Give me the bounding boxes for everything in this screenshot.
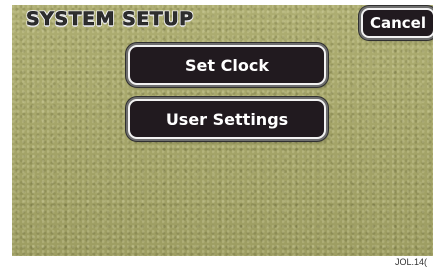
screen-title: SYSTEM SETUP (26, 8, 194, 31)
display-frame: SYSTEM SETUP Cancel Set Clock User Setti… (0, 0, 433, 268)
cancel-button[interactable]: Cancel (361, 8, 433, 38)
figure-code: JOL.14( (395, 257, 428, 267)
user-settings-button[interactable]: User Settings (128, 99, 326, 139)
system-setup-screen: SYSTEM SETUP Cancel Set Clock User Setti… (12, 5, 433, 256)
set-clock-button[interactable]: Set Clock (128, 45, 326, 85)
